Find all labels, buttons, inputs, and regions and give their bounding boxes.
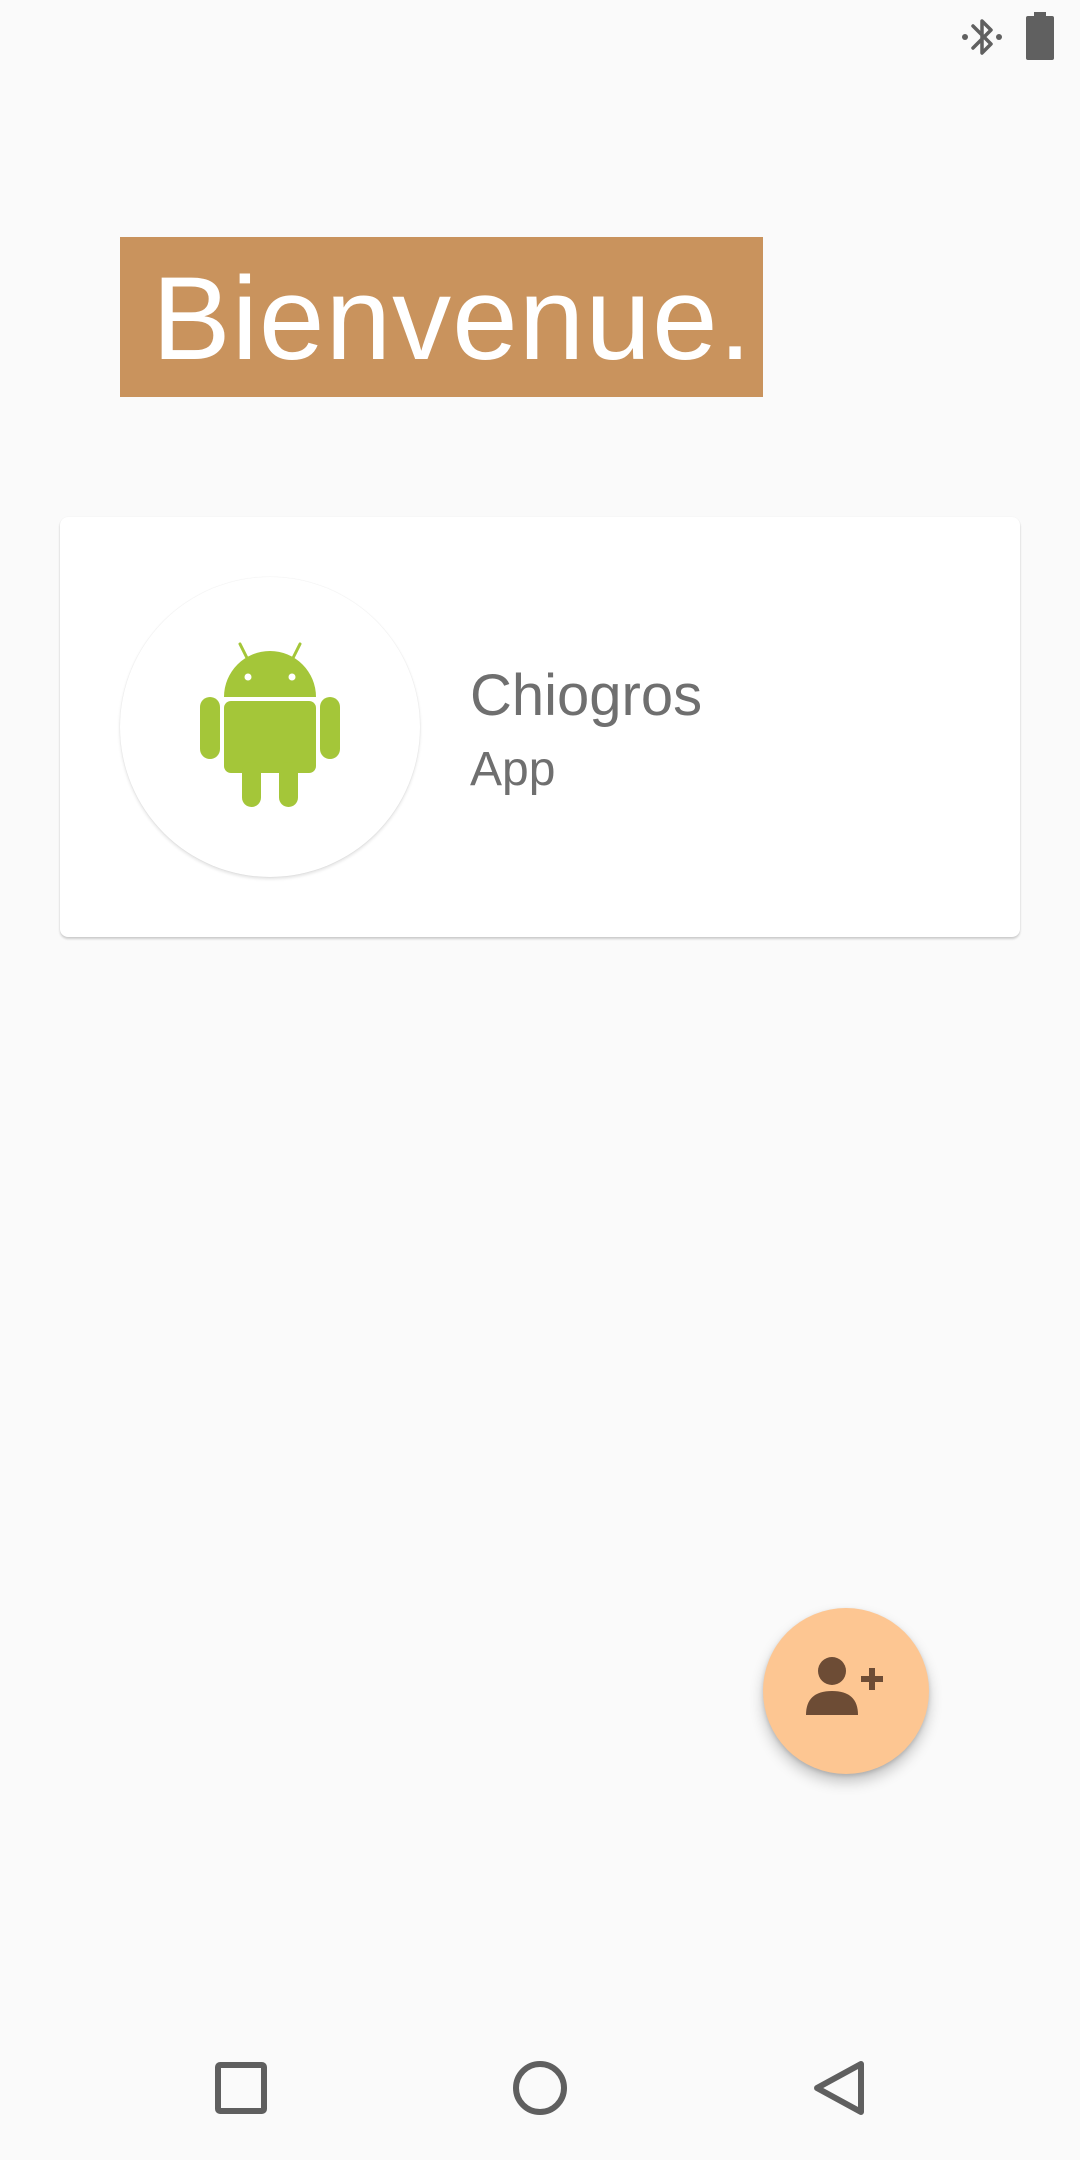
status-bar: [0, 0, 1080, 72]
app-name: Chiogros: [470, 663, 703, 728]
navigation-bar: [0, 2016, 1080, 2160]
welcome-title: Bienvenue.: [152, 253, 753, 385]
battery-icon: [1026, 12, 1054, 60]
screen: Bienvenue. Chiogros App: [0, 0, 1080, 2160]
recents-icon[interactable]: [211, 2058, 271, 2118]
home-icon[interactable]: [510, 2058, 570, 2118]
app-avatar: [120, 577, 420, 877]
android-icon: [200, 642, 340, 807]
person-add-icon: [806, 1657, 883, 1715]
back-icon[interactable]: [810, 2058, 870, 2118]
welcome-banner: Bienvenue.: [120, 237, 763, 397]
add-person-button[interactable]: [763, 1608, 929, 1774]
bluetooth-icon: [962, 19, 1002, 55]
app-card[interactable]: Chiogros App: [60, 517, 1020, 937]
app-type: App: [470, 743, 556, 796]
